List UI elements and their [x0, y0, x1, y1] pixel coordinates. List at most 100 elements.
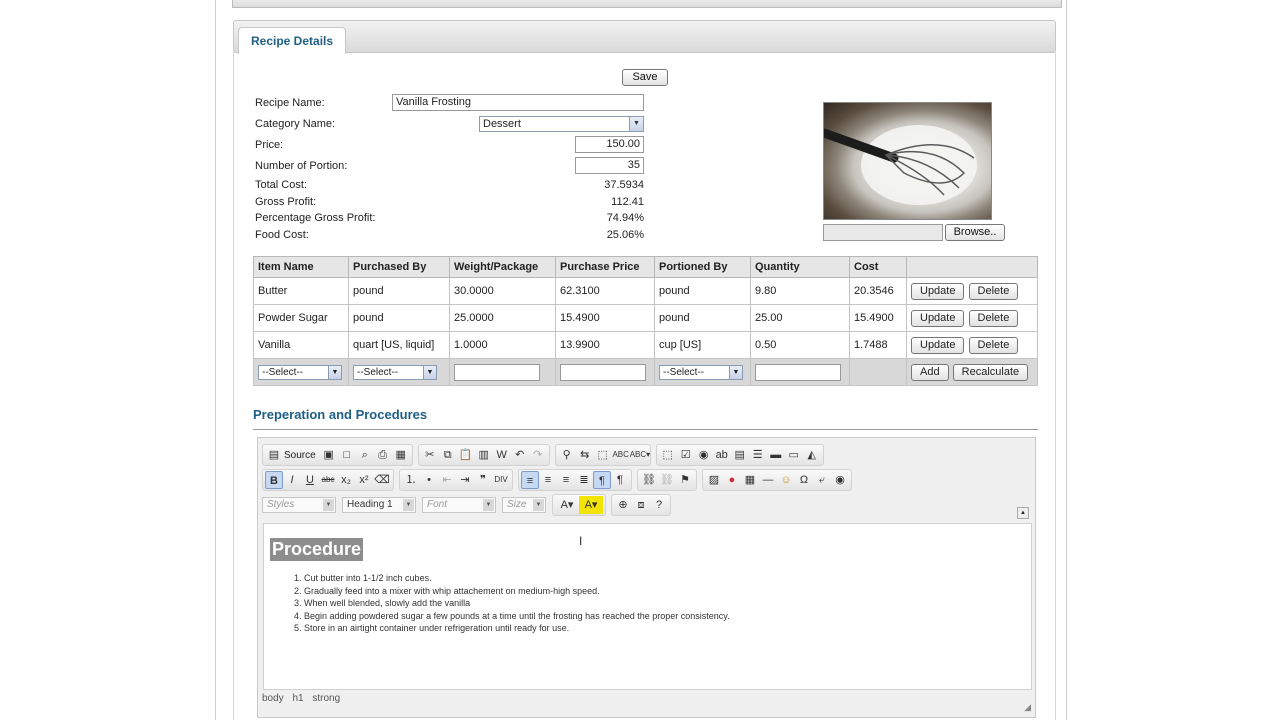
- show-blocks-icon[interactable]: ⧈: [632, 496, 650, 514]
- editor-content-area[interactable]: Procedure Cut butter into 1-1/2 inch cub…: [263, 523, 1032, 690]
- radio-icon[interactable]: ◉: [695, 446, 713, 464]
- text-color-icon[interactable]: A▾: [555, 496, 579, 514]
- superscript-icon[interactable]: x²: [355, 471, 373, 489]
- flash-icon[interactable]: ●: [723, 471, 741, 489]
- recalculate-button[interactable]: Recalculate: [952, 363, 1029, 381]
- bulleted-list-icon[interactable]: •: [420, 471, 438, 489]
- category-select[interactable]: Dessert ▼: [479, 116, 644, 132]
- paste-word-icon[interactable]: W: [493, 446, 511, 464]
- paste-text-icon[interactable]: ▥: [475, 446, 493, 464]
- find-icon[interactable]: ⚲: [558, 446, 576, 464]
- page-break-icon[interactable]: ⤶: [813, 471, 831, 489]
- save-icon[interactable]: ▣: [320, 446, 338, 464]
- delete-button[interactable]: Delete: [968, 282, 1019, 300]
- div-container-icon[interactable]: DIV: [492, 471, 510, 489]
- smiley-icon[interactable]: ☺: [777, 471, 795, 489]
- styles-combo[interactable]: Styles ▼: [262, 497, 336, 513]
- blockquote-icon[interactable]: ❞: [474, 471, 492, 489]
- cell-cost: 20.3546: [849, 277, 907, 305]
- chevron-down-icon: ▼: [483, 499, 494, 511]
- quantity-input[interactable]: [755, 363, 841, 381]
- preview-icon[interactable]: ⌕: [356, 446, 374, 464]
- anchor-icon[interactable]: ⚑: [676, 471, 694, 489]
- strike-icon[interactable]: abc: [319, 471, 337, 489]
- align-justify-icon[interactable]: ≣: [575, 471, 593, 489]
- font-combo[interactable]: Font ▼: [422, 497, 496, 513]
- outdent-icon[interactable]: ⇤: [438, 471, 456, 489]
- price-per-package-input[interactable]: [560, 363, 646, 381]
- indent-icon[interactable]: ⇥: [456, 471, 474, 489]
- paste-icon[interactable]: 📋: [457, 446, 475, 464]
- update-button[interactable]: Update: [911, 282, 965, 300]
- new-page-icon[interactable]: □: [338, 446, 356, 464]
- price-input[interactable]: 150.00: [575, 136, 644, 153]
- item-select[interactable]: --Select-- ▼: [258, 364, 342, 380]
- resize-handle-icon[interactable]: ◢: [1024, 702, 1031, 713]
- maximize-icon[interactable]: ⊕: [614, 496, 632, 514]
- numbered-list-icon[interactable]: ⒈: [402, 471, 420, 489]
- checkbox-icon[interactable]: ☑: [677, 446, 695, 464]
- delete-button[interactable]: Delete: [968, 309, 1019, 327]
- col-purchase-price: Purchase Price: [555, 256, 655, 278]
- update-button[interactable]: Update: [911, 309, 965, 327]
- link-icon[interactable]: ⛓: [640, 471, 658, 489]
- image-icon[interactable]: ▨: [705, 471, 723, 489]
- iframe-icon[interactable]: ◉: [831, 471, 849, 489]
- update-button[interactable]: Update: [911, 336, 965, 354]
- size-combo[interactable]: Size ▼: [502, 497, 546, 513]
- portion-input[interactable]: 35: [575, 157, 644, 174]
- collapse-toolbar-icon[interactable]: ▲: [1017, 507, 1029, 519]
- col-portioned-by: Portioned By: [654, 256, 751, 278]
- remove-format-icon[interactable]: ⌫: [373, 471, 391, 489]
- format-combo[interactable]: Heading 1 ▼: [342, 497, 416, 513]
- cut-icon[interactable]: ✂: [421, 446, 439, 464]
- horizontal-rule-icon[interactable]: —: [759, 471, 777, 489]
- spellcheck-icon[interactable]: ABC: [612, 446, 630, 464]
- text-direction-ltr-icon[interactable]: ¶: [593, 471, 611, 489]
- path-item[interactable]: strong: [312, 693, 340, 704]
- unlink-icon[interactable]: ⛓: [658, 471, 676, 489]
- button-field-icon[interactable]: ▬: [767, 446, 785, 464]
- templates-icon[interactable]: ▦: [392, 446, 410, 464]
- undo-icon[interactable]: ↶: [511, 446, 529, 464]
- underline-icon[interactable]: U: [301, 471, 319, 489]
- subscript-icon[interactable]: x₂: [337, 471, 355, 489]
- table-icon[interactable]: ▦: [741, 471, 759, 489]
- italic-icon[interactable]: I: [283, 471, 301, 489]
- align-right-icon[interactable]: ≡: [557, 471, 575, 489]
- weight-input[interactable]: [454, 363, 540, 381]
- background-color-icon[interactable]: A▾: [579, 496, 603, 514]
- add-button[interactable]: Add: [911, 363, 949, 381]
- spellcheck-as-you-type-icon[interactable]: ABC▾: [630, 446, 650, 464]
- align-left-icon[interactable]: ≡: [521, 471, 539, 489]
- copy-icon[interactable]: ⧉: [439, 446, 457, 464]
- bold-icon[interactable]: B: [265, 471, 283, 489]
- recipe-name-input[interactable]: Vanilla Frosting: [392, 94, 644, 111]
- replace-icon[interactable]: ⇆: [576, 446, 594, 464]
- tab-recipe-details[interactable]: Recipe Details: [238, 27, 347, 54]
- list-item: When well blended, slowly add the vanill…: [304, 597, 730, 610]
- print-icon[interactable]: ⎙: [374, 446, 392, 464]
- file-path-input[interactable]: [823, 224, 943, 241]
- path-item[interactable]: body: [262, 693, 284, 704]
- image-button-icon[interactable]: ▭: [785, 446, 803, 464]
- textarea-icon[interactable]: ▤: [731, 446, 749, 464]
- form-icon[interactable]: ⬚: [659, 446, 677, 464]
- purchased-by-select[interactable]: --Select-- ▼: [353, 364, 437, 380]
- save-button[interactable]: Save: [622, 69, 668, 86]
- about-icon[interactable]: ?: [650, 496, 668, 514]
- redo-icon[interactable]: ↷: [529, 446, 547, 464]
- select-field-icon[interactable]: ☰: [749, 446, 767, 464]
- path-item[interactable]: h1: [292, 693, 303, 704]
- delete-button[interactable]: Delete: [968, 336, 1019, 354]
- text-direction-rtl-icon[interactable]: ¶: [611, 471, 629, 489]
- select-all-icon[interactable]: ⬚: [594, 446, 612, 464]
- source-button[interactable]: Source: [283, 450, 320, 461]
- special-char-icon[interactable]: Ω: [795, 471, 813, 489]
- toolbar-row-3: Styles ▼ Heading 1 ▼ Font ▼ Size ▼ A▾ A▾…: [262, 494, 676, 516]
- textfield-icon[interactable]: ab: [713, 446, 731, 464]
- align-center-icon[interactable]: ≡: [539, 471, 557, 489]
- browse-button[interactable]: Browse..: [945, 224, 1005, 241]
- hidden-field-icon[interactable]: ◭: [803, 446, 821, 464]
- portioned-by-select[interactable]: --Select-- ▼: [659, 364, 743, 380]
